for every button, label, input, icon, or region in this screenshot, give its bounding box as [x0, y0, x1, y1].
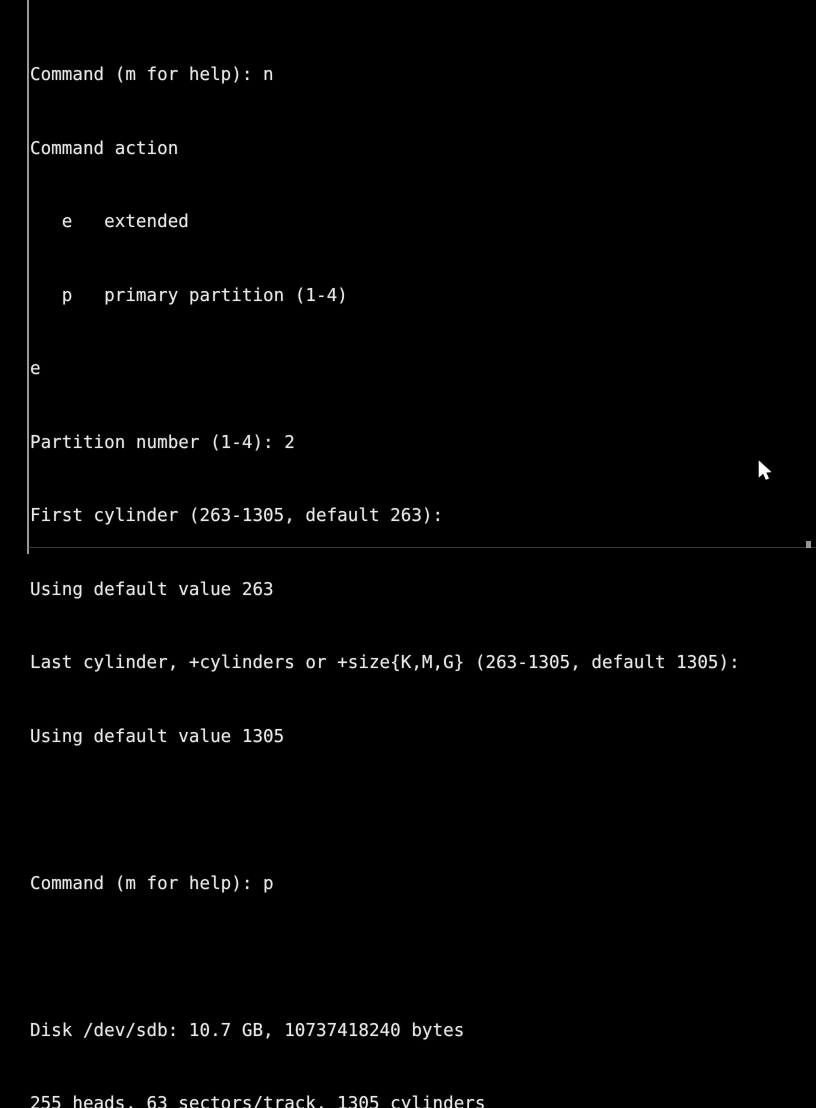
- terminal-line: Using default value 263: [30, 579, 274, 600]
- window-bottom-border: [27, 547, 816, 548]
- terminal-line: e: [30, 359, 41, 379]
- terminal-line: Disk /dev/sdb: 10.7 GB, 10737418240 byte…: [30, 1020, 465, 1041]
- window-left-border: [27, 0, 29, 554]
- terminal-line: Command (m for help): p: [30, 873, 274, 894]
- terminal-line: 255 heads, 63 sectors/track, 1305 cylind…: [30, 1094, 486, 1108]
- terminal-screen[interactable]: Command (m for help): n Command action e…: [0, 0, 816, 1108]
- terminal-line: First cylinder (263-1305, default 263):: [30, 506, 444, 526]
- terminal-line: Last cylinder, +cylinders or +size{K,M,G…: [30, 653, 740, 673]
- terminal-output[interactable]: Command (m for help): n Command action e…: [30, 14, 810, 1108]
- window-corner-mark: [806, 541, 811, 548]
- terminal-line: e extended: [30, 212, 189, 232]
- terminal-line: p primary partition (1-4): [30, 285, 348, 306]
- terminal-line: Partition number (1-4): 2: [30, 432, 295, 453]
- terminal-line: Using default value 1305: [30, 726, 285, 747]
- terminal-line: Command (m for help): n: [30, 65, 274, 85]
- terminal-line: Command action: [30, 138, 179, 159]
